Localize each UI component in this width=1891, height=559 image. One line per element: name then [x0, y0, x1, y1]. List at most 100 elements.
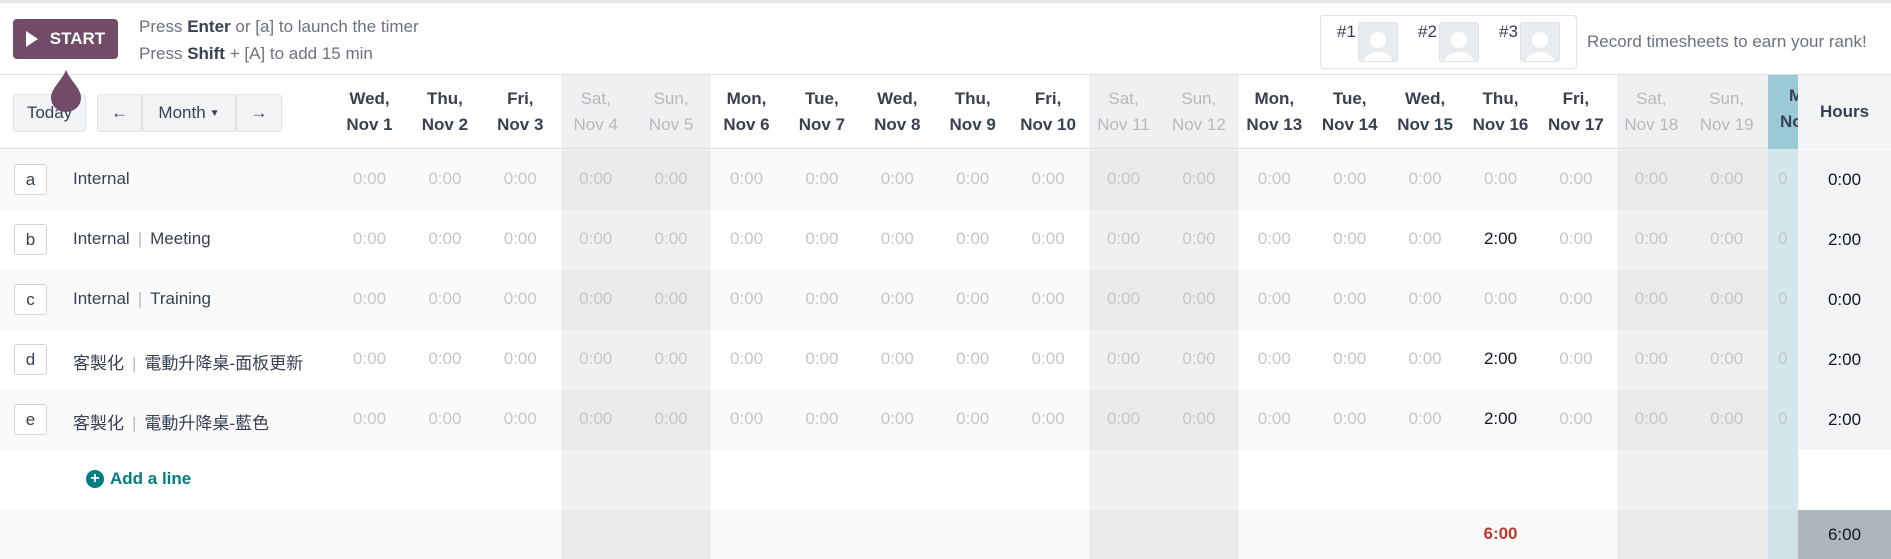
row-shortcut-key[interactable]: e — [14, 404, 47, 435]
row-label[interactable]: Internal — [73, 169, 130, 189]
time-cell[interactable]: 0:00 — [1312, 229, 1387, 249]
time-cell[interactable]: 0:00 — [1086, 409, 1161, 429]
time-cell[interactable]: 0:00 — [1312, 349, 1387, 369]
time-cell[interactable]: 0:00 — [483, 409, 558, 429]
time-cell[interactable]: 0:00 — [1614, 349, 1689, 369]
time-cell[interactable]: 0:00 — [1161, 229, 1236, 249]
time-cell[interactable]: 0:00 — [1312, 289, 1387, 309]
time-cell[interactable]: 0:00 — [1011, 409, 1086, 429]
time-cell[interactable]: 0:00 — [1689, 349, 1764, 369]
time-cell[interactable]: 0:00 — [1538, 409, 1613, 429]
row-shortcut-key[interactable]: d — [14, 344, 47, 375]
time-cell[interactable]: 0:00 — [1614, 229, 1689, 249]
time-cell[interactable]: 0:00 — [1011, 349, 1086, 369]
time-cell[interactable]: 0:00 — [860, 349, 935, 369]
prev-period-button[interactable]: ← — [97, 94, 142, 132]
time-cell[interactable]: 2:00 — [1463, 349, 1538, 369]
time-cell[interactable]: 2:00 — [1463, 409, 1538, 429]
time-cell[interactable]: 0:00 — [1689, 289, 1764, 309]
time-cell[interactable]: 0:00 — [1388, 229, 1463, 249]
time-cell[interactable]: 0:00 — [784, 349, 859, 369]
time-cell[interactable]: 0:00 — [784, 409, 859, 429]
time-cell[interactable]: 0:00 — [784, 289, 859, 309]
time-cell[interactable]: 0:00 — [483, 289, 558, 309]
time-cell[interactable]: 0:00 — [784, 169, 859, 189]
today-time-cell[interactable]: 0 — [1768, 210, 1798, 270]
time-cell[interactable]: 0:00 — [634, 289, 709, 309]
row-label[interactable]: 客製化 | 電動升降桌-面板更新 — [73, 349, 303, 374]
time-cell[interactable]: 0:00 — [407, 409, 482, 429]
time-cell[interactable]: 0:00 — [634, 229, 709, 249]
today-time-cell[interactable]: 0 — [1768, 150, 1798, 210]
time-cell[interactable]: 2:00 — [1463, 229, 1538, 249]
row-shortcut-key[interactable]: a — [14, 164, 47, 195]
next-period-button[interactable]: → — [236, 94, 282, 132]
time-cell[interactable]: 0:00 — [709, 409, 784, 429]
time-cell[interactable]: 0:00 — [558, 169, 633, 189]
today-time-cell[interactable]: 0 — [1768, 330, 1798, 390]
time-cell[interactable]: 0:00 — [1388, 289, 1463, 309]
time-cell[interactable]: 0:00 — [1388, 349, 1463, 369]
time-cell[interactable]: 0:00 — [332, 169, 407, 189]
time-cell[interactable]: 0:00 — [1614, 169, 1689, 189]
time-cell[interactable]: 0:00 — [634, 349, 709, 369]
time-cell[interactable]: 0:00 — [558, 289, 633, 309]
today-time-cell[interactable]: 0 — [1768, 270, 1798, 330]
time-cell[interactable]: 0:00 — [483, 349, 558, 369]
time-cell[interactable]: 0:00 — [1086, 169, 1161, 189]
time-cell[interactable]: 0:00 — [1463, 169, 1538, 189]
time-cell[interactable]: 0:00 — [935, 349, 1010, 369]
time-cell[interactable]: 0:00 — [1011, 169, 1086, 189]
time-cell[interactable]: 0:00 — [935, 229, 1010, 249]
time-cell[interactable]: 0:00 — [1312, 169, 1387, 189]
row-shortcut-key[interactable]: b — [14, 224, 47, 255]
time-cell[interactable]: 0:00 — [558, 349, 633, 369]
time-cell[interactable]: 0:00 — [1161, 409, 1236, 429]
time-cell[interactable]: 0:00 — [1237, 289, 1312, 309]
time-cell[interactable]: 0:00 — [407, 289, 482, 309]
time-cell[interactable]: 0:00 — [1086, 229, 1161, 249]
time-cell[interactable]: 0:00 — [1538, 349, 1613, 369]
time-cell[interactable]: 0:00 — [1388, 409, 1463, 429]
time-cell[interactable]: 0:00 — [332, 289, 407, 309]
time-cell[interactable]: 0:00 — [1011, 289, 1086, 309]
time-cell[interactable]: 0:00 — [332, 409, 407, 429]
time-cell[interactable]: 0:00 — [1312, 409, 1387, 429]
time-cell[interactable]: 0:00 — [1538, 289, 1613, 309]
time-cell[interactable]: 0:00 — [860, 229, 935, 249]
time-cell[interactable]: 0:00 — [634, 409, 709, 429]
time-cell[interactable]: 0:00 — [784, 229, 859, 249]
today-time-cell[interactable]: 0 — [1768, 390, 1798, 450]
row-shortcut-key[interactable]: c — [14, 284, 47, 315]
time-cell[interactable]: 0:00 — [558, 409, 633, 429]
row-label[interactable]: 客製化 | 電動升降桌-藍色 — [73, 409, 269, 434]
time-cell[interactable]: 0:00 — [935, 169, 1010, 189]
add-line-button[interactable]: + Add a line — [86, 469, 191, 489]
time-cell[interactable]: 0:00 — [1237, 349, 1312, 369]
time-cell[interactable]: 0:00 — [407, 169, 482, 189]
time-cell[interactable]: 0:00 — [1388, 169, 1463, 189]
time-cell[interactable]: 0:00 — [1161, 169, 1236, 189]
period-dropdown[interactable]: Month ▼ — [142, 94, 236, 132]
time-cell[interactable]: 0:00 — [860, 169, 935, 189]
time-cell[interactable]: 0:00 — [634, 169, 709, 189]
time-cell[interactable]: 0:00 — [407, 349, 482, 369]
time-cell[interactable]: 0:00 — [1161, 289, 1236, 309]
time-cell[interactable]: 0:00 — [332, 349, 407, 369]
time-cell[interactable]: 0:00 — [1538, 229, 1613, 249]
time-cell[interactable]: 0:00 — [483, 169, 558, 189]
time-cell[interactable]: 0:00 — [558, 229, 633, 249]
time-cell[interactable]: 0:00 — [709, 349, 784, 369]
row-label[interactable]: Internal | Training — [73, 289, 211, 309]
time-cell[interactable]: 0:00 — [709, 289, 784, 309]
time-cell[interactable]: 0:00 — [1538, 169, 1613, 189]
time-cell[interactable]: 0:00 — [1237, 169, 1312, 189]
time-cell[interactable]: 0:00 — [709, 229, 784, 249]
time-cell[interactable]: 0:00 — [1161, 349, 1236, 369]
time-cell[interactable]: 0:00 — [1614, 409, 1689, 429]
time-cell[interactable]: 0:00 — [1237, 409, 1312, 429]
start-timer-button[interactable]: START — [13, 19, 118, 59]
time-cell[interactable]: 0:00 — [935, 289, 1010, 309]
time-cell[interactable]: 0:00 — [1086, 349, 1161, 369]
time-cell[interactable]: 0:00 — [332, 229, 407, 249]
